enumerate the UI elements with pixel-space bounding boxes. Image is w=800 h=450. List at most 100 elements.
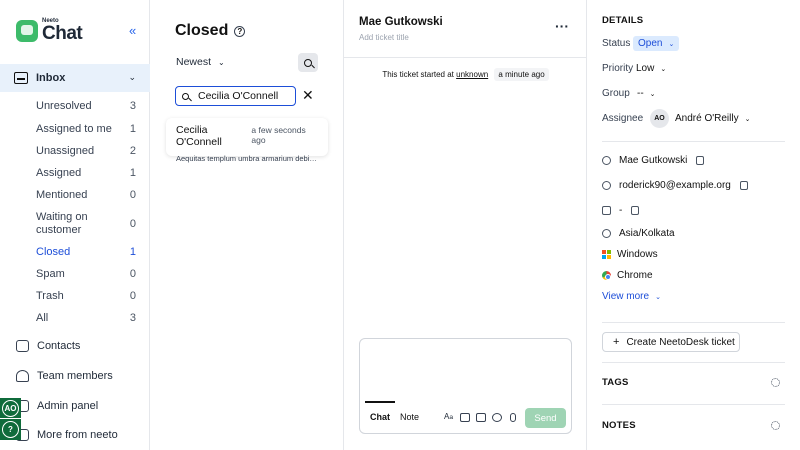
browser-row: Chrome [602, 270, 653, 281]
page-title: Closed ? [175, 22, 246, 40]
status-dropdown[interactable]: Open ⌄ [633, 36, 680, 51]
close-icon[interactable]: ✕ [302, 88, 314, 102]
sidebar-item-waiting-on-customer[interactable]: Waiting on customer 0 [36, 211, 136, 237]
copy-icon[interactable] [739, 181, 748, 190]
sidebar-item-label: All [36, 312, 49, 324]
contact-name-row: Mae Gutkowski [602, 155, 705, 166]
sort-dropdown[interactable]: Newest ⌄ [176, 56, 225, 68]
sidebar-item-count: 1 [129, 167, 136, 179]
started-ago: a minute ago [494, 68, 549, 81]
tab-chat[interactable]: Chat [365, 401, 395, 422]
create-ticket-label: Create NeetoDesk ticket [626, 336, 735, 348]
sidebar-item-count: 1 [129, 123, 136, 135]
group-value: -- [637, 88, 644, 99]
os-row: Windows [602, 249, 658, 260]
sidebar-item-assigned-to-me[interactable]: Assigned to me 1 [36, 123, 136, 135]
message-composer[interactable]: Chat Note Aa Send [359, 338, 572, 434]
sidebar-item-assigned[interactable]: Assigned 1 [36, 167, 136, 179]
ticket-title-input[interactable]: Add ticket title [359, 33, 409, 42]
ticket-timestamp: a few seconds ago [251, 125, 306, 145]
sidebar-item-all[interactable]: All 3 [36, 312, 136, 324]
text-format-icon[interactable]: Aa [444, 412, 454, 421]
article-icon[interactable] [476, 413, 486, 422]
sidebar-item-closed[interactable]: Closed 1 [36, 246, 136, 258]
chat-panel: Mae Gutkowski Add ticket title ··· This … [344, 0, 587, 450]
search-button[interactable] [298, 53, 318, 72]
sidebar-item-unresolved[interactable]: Unresolved 3 [36, 100, 136, 112]
collapse-sidebar-icon[interactable]: « [129, 23, 136, 38]
sidebar-item-label: Spam [36, 268, 65, 280]
email-row: roderick90@example.org [602, 180, 748, 191]
details-panel: DETAILS Status Open ⌄ Priority Low ⌄ Group… [587, 0, 800, 450]
sidebar-link-admin-panel[interactable]: Admin panel [16, 400, 98, 412]
chat-customer-name: Mae Gutkowski [359, 16, 443, 28]
chevron-down-icon: ⌄ [655, 293, 661, 301]
copy-icon[interactable] [696, 156, 705, 165]
at-sign-icon [602, 181, 611, 190]
chat-logo-icon [16, 19, 38, 42]
ticket-started-notice: This ticket started at unknown a minute … [344, 68, 587, 81]
sidebar-link-label: Team members [37, 370, 113, 382]
sidebar-item-count: 0 [129, 268, 136, 280]
assignee-avatar: AO [650, 109, 669, 128]
sidebar-item-label: Mentioned [36, 189, 88, 201]
view-more-button[interactable]: View more ⌄ [602, 291, 661, 302]
gif-icon[interactable] [492, 413, 502, 422]
chevron-down-icon: ⌄ [660, 65, 667, 73]
priority-dropdown[interactable]: Low ⌄ [636, 63, 666, 74]
chevron-down-icon: ⌄ [218, 57, 225, 67]
sidebar-item-trash[interactable]: Trash 0 [36, 290, 136, 302]
help-button[interactable]: ? [0, 419, 21, 440]
ticket-customer-name: Cecilia O'Connell [176, 124, 222, 148]
assignee-dropdown[interactable]: AO André O'Reilly ⌄ [650, 109, 750, 128]
globe-icon [602, 229, 611, 238]
sidebar-item-mentioned[interactable]: Mentioned 0 [36, 189, 136, 201]
sidebar-item-inbox[interactable]: Inbox ⌄ [0, 64, 150, 92]
contact-phone: - [619, 205, 623, 216]
search-input[interactable] [198, 90, 293, 102]
monitor-icon[interactable] [460, 413, 470, 422]
sidebar-link-team-members[interactable]: Team members [16, 370, 113, 382]
gear-icon[interactable] [771, 378, 780, 387]
sidebar: Neeto Chat « Inbox ⌄ Unresolved 3 Assigne… [0, 0, 150, 450]
sidebar-link-contacts[interactable]: Contacts [16, 340, 80, 352]
help-circle-icon[interactable]: ? [234, 25, 246, 37]
sidebar-item-count: 3 [129, 312, 136, 324]
microphone-icon[interactable] [510, 413, 516, 422]
sidebar-item-label: Unresolved [36, 100, 92, 112]
gear-icon[interactable] [771, 421, 780, 430]
sidebar-item-count: 0 [129, 189, 136, 201]
user-avatar[interactable]: AO [0, 398, 21, 418]
list-title-text: Closed [175, 22, 229, 39]
neetochat-logo[interactable]: Neeto Chat [16, 18, 83, 44]
sidebar-item-label: Waiting on customer [36, 211, 88, 236]
contacts-icon [16, 340, 29, 352]
sidebar-item-spam[interactable]: Spam 0 [36, 268, 136, 280]
priority-label: Priority [602, 63, 634, 74]
copy-icon[interactable] [631, 206, 640, 215]
logo-big-text: Chat [42, 23, 83, 44]
assignee-name: André O'Reilly [675, 113, 739, 124]
chat-header: Mae Gutkowski Add ticket title ··· [344, 0, 587, 58]
contact-timezone: Asia/Kolkata [619, 228, 675, 239]
more-options-icon[interactable]: ··· [555, 18, 569, 34]
started-prefix: This ticket started at [382, 70, 454, 79]
chevron-down-icon: ⌄ [128, 72, 136, 82]
inbox-label: Inbox [36, 72, 66, 84]
sidebar-item-unassigned[interactable]: Unassigned 2 [36, 145, 136, 157]
ticket-card[interactable]: Cecilia O'Connell a few seconds ago Aequ… [166, 118, 328, 163]
ticket-list-panel: Closed ? Newest ⌄ ✕ Cecilia O'Connell a … [150, 0, 344, 450]
contact-os: Windows [617, 249, 658, 260]
divider [602, 322, 785, 323]
send-button[interactable]: Send [525, 408, 566, 428]
create-neetodesk-ticket-button[interactable]: + Create NeetoDesk ticket [602, 332, 740, 352]
search-field[interactable] [175, 86, 296, 106]
group-dropdown[interactable]: -- ⌄ [637, 88, 656, 99]
chevron-down-icon: ⌄ [744, 115, 751, 123]
group-label: Group [602, 88, 630, 99]
divider [602, 404, 785, 405]
tab-note[interactable]: Note [400, 412, 419, 422]
sidebar-item-label: Unassigned [36, 145, 95, 157]
started-link[interactable]: unknown [456, 70, 488, 79]
sidebar-link-more-from-neeto[interactable]: More from neeto [16, 429, 118, 441]
